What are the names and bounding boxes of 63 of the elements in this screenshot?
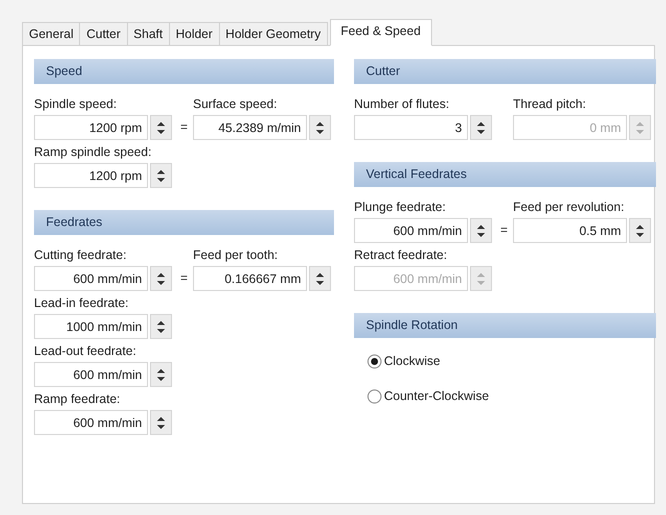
field-label: Ramp spindle speed: <box>34 144 152 160</box>
up-down-arrows-icon <box>157 368 165 382</box>
field-label: Surface speed: <box>193 96 278 112</box>
spinner-button[interactable] <box>470 115 492 140</box>
equals-sign: = <box>179 119 189 136</box>
radio-label[interactable]: Counter-Clockwise <box>384 387 489 405</box>
number-field[interactable]: 0.166667 mm <box>193 266 307 291</box>
spinner-button[interactable] <box>309 115 331 140</box>
radio-button[interactable] <box>367 354 382 368</box>
number-field[interactable]: 600 mm/min <box>34 410 148 435</box>
spinner-button[interactable] <box>150 115 172 140</box>
field-label: Lead-out feedrate: <box>34 343 138 359</box>
spinner-button[interactable] <box>150 314 172 339</box>
spinner-button[interactable] <box>150 362 172 387</box>
number-field[interactable]: 0.5 mm <box>513 218 627 243</box>
up-down-arrows-icon <box>157 416 165 430</box>
spinner-button[interactable] <box>470 218 492 243</box>
up-down-arrows-icon <box>636 224 644 238</box>
field-label: Plunge feedrate: <box>354 199 447 215</box>
spinner-button[interactable] <box>629 218 651 243</box>
up-down-arrows-icon <box>157 168 165 182</box>
number-field[interactable]: 1000 mm/min <box>34 314 148 339</box>
number-field[interactable]: 600 mm/min <box>34 266 148 291</box>
up-down-arrows-icon <box>636 120 644 134</box>
field-label: Cutting feedrate: <box>34 247 128 263</box>
field-label: Spindle speed: <box>34 96 118 112</box>
spinner-button[interactable] <box>150 410 172 435</box>
section-header: Speed <box>34 59 334 84</box>
field-label: Lead-in feedrate: <box>34 295 130 311</box>
number-field[interactable]: 45.2389 m/min <box>193 115 307 140</box>
field-label: Retract feedrate: <box>354 247 448 263</box>
field-label: Feed per revolution: <box>513 199 626 215</box>
radio-label[interactable]: Clockwise <box>384 352 440 370</box>
field-label: Ramp feedrate: <box>34 391 122 407</box>
up-down-arrows-icon <box>316 272 324 286</box>
up-down-arrows-icon <box>157 120 165 134</box>
up-down-arrows-icon <box>477 120 485 134</box>
equals-sign: = <box>499 222 509 239</box>
field-label: Thread pitch: <box>513 96 587 112</box>
spinner-button[interactable] <box>309 266 331 291</box>
spinner-button[interactable] <box>150 163 172 188</box>
number-field[interactable]: 1200 rpm <box>34 163 148 188</box>
field-label: Number of flutes: <box>354 96 450 112</box>
field-label: Feed per tooth: <box>193 247 279 263</box>
tab[interactable]: Feed & Speed <box>330 19 432 46</box>
up-down-arrows-icon <box>157 320 165 334</box>
up-down-arrows-icon <box>477 224 485 238</box>
number-field[interactable]: 3 <box>354 115 468 140</box>
section-header: Feedrates <box>34 210 334 235</box>
number-field[interactable]: 1200 rpm <box>34 115 148 140</box>
number-field[interactable]: 600 mm/min <box>34 362 148 387</box>
section-header: Spindle Rotation <box>354 313 656 338</box>
equals-sign: = <box>179 270 189 287</box>
spinner-button[interactable] <box>150 266 172 291</box>
up-down-arrows-icon <box>316 120 324 134</box>
section-header: Vertical Feedrates <box>354 162 656 187</box>
up-down-arrows-icon <box>477 272 485 286</box>
tab[interactable]: General <box>22 22 80 45</box>
up-down-arrows-icon <box>157 272 165 286</box>
radio-button[interactable] <box>367 388 382 404</box>
tab[interactable]: Holder Geometry <box>218 22 328 45</box>
section-header: Cutter <box>354 59 656 84</box>
number-field[interactable]: 600 mm/min <box>354 218 468 243</box>
